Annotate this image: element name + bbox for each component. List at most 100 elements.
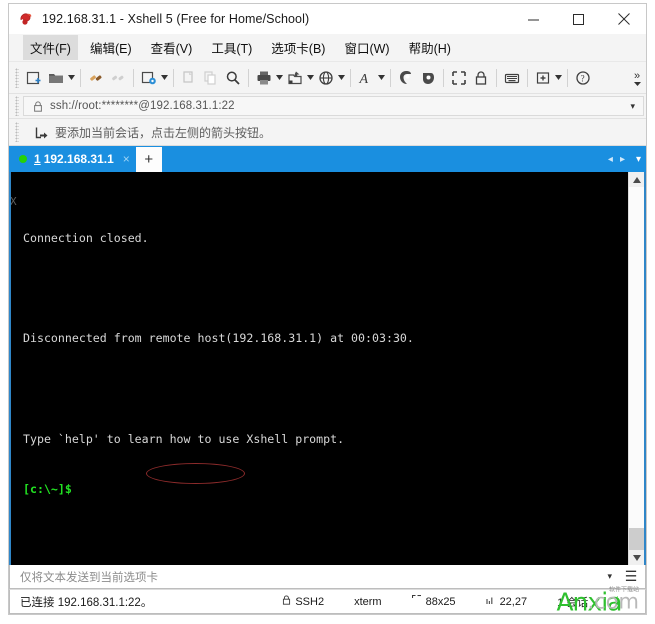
title-bar: 192.168.31.1 - Xshell 5 (Free for Home/S… [9,4,646,34]
tab-next-icon[interactable]: ▸ [620,154,625,165]
toolbar-separator [173,68,174,87]
terminal-output[interactable]: X Connection closed. Disconnected from r… [11,172,628,565]
status-connection: 已连接 192.168.31.1:22。 [20,596,153,609]
send-text-input[interactable]: 仅将文本发送到当前选项卡 [10,569,598,585]
minimize-button[interactable] [511,4,556,34]
status-bar: 已连接 192.168.31.1:22。 SSH2 xterm 88x25 22… [9,587,646,614]
transfer-icon[interactable] [284,66,306,89]
toolbar-grip[interactable] [15,67,19,88]
terminal-scrollbar[interactable] [628,172,644,565]
status-screen-size-label: 88x25 [425,595,456,608]
font-icon[interactable]: A [355,66,377,89]
side-artifact-label: X [11,195,17,208]
lock-icon [282,595,291,608]
chevron-down-icon[interactable]: ▾ [630,101,635,112]
globe-icon[interactable] [315,66,337,89]
toolbar-separator [133,68,134,87]
menu-edit[interactable]: 编辑(E) [83,35,139,60]
toolbar-separator [443,68,444,87]
window-title: 192.168.31.1 - Xshell 5 (Free for Home/S… [42,12,310,26]
lock-icon[interactable] [470,66,492,89]
menu-view[interactable]: 查看(V) [144,35,200,60]
fullscreen-icon[interactable] [448,66,470,89]
watermark: Anxia .com ↓ 软件下载站 [556,587,639,614]
print-caret-icon[interactable] [275,66,284,89]
print-icon[interactable] [253,66,275,89]
address-bar-grip[interactable] [15,96,19,116]
address-value: ssh://root:********@192.168.31.1:22 [50,100,235,112]
toolbar-separator [248,68,249,87]
globe-caret-icon[interactable] [337,66,346,89]
hint-text: 要添加当前会话，点击左侧的箭头按钮。 [55,125,272,140]
menu-window[interactable]: 窗口(W) [337,35,396,60]
cursor-pos-icon [485,595,496,608]
font-caret-icon[interactable] [377,66,386,89]
add-caret-icon[interactable] [554,66,563,89]
add-session-icon[interactable] [35,126,48,139]
toolbar-overflow-button[interactable]: » [630,62,644,93]
status-protocol: SSH2 [282,595,324,608]
toolbar-overflow-label: » [633,69,641,82]
tab-number: 1 [34,152,41,166]
new-tab-button[interactable]: + [135,147,162,172]
hint-bar-grip[interactable] [15,122,19,142]
menu-tabs[interactable]: 选项卡(B) [264,35,332,60]
transfer-caret-icon[interactable] [306,66,315,89]
send-options-menu-icon[interactable]: ☰ [621,568,645,585]
tab-navigation: ◂ ▸ ▾ [608,146,646,172]
find-icon[interactable] [222,66,244,89]
status-protocol-label: SSH2 [295,595,325,608]
copy-icon [178,66,200,89]
menu-tools[interactable]: 工具(T) [204,35,259,60]
watermark-small-text: 软件下载站 [608,587,639,593]
toolbar-separator [390,68,391,87]
tab-menu-icon[interactable]: ▾ [636,154,641,165]
send-target-caret-icon[interactable]: ▾ [598,571,621,582]
hint-bar: 要添加当前会话，点击左侧的箭头按钮。 [9,119,646,146]
keyboard-icon[interactable] [501,66,523,89]
svg-text:?: ? [581,73,585,83]
open-folder-caret-icon[interactable] [67,66,76,89]
session-properties-icon[interactable] [138,66,160,89]
window-controls [511,4,646,34]
connect-icon[interactable] [85,66,107,89]
paste-icon [200,66,222,89]
xftp-icon[interactable] [395,66,417,89]
scroll-up-icon[interactable] [629,172,644,187]
send-text-bar: 仅将文本发送到当前选项卡 ▾ ☰ [9,565,646,589]
tab-strip: 1 192.168.31.1 × + ◂ ▸ ▾ [9,146,646,172]
tab-close-icon[interactable]: × [123,152,130,166]
xagent-icon[interactable] [417,66,439,89]
terminal-line: Connection closed. [23,231,149,246]
maximize-button[interactable] [556,4,601,34]
close-button[interactable] [601,4,646,34]
status-cursor-position: 22,27 [485,595,528,608]
tab-prev-icon[interactable]: ◂ [608,154,613,165]
scrollbar-track[interactable] [629,187,644,550]
help-icon[interactable]: ? [572,66,594,89]
address-input[interactable]: ssh://root:********@192.168.31.1:22 ▾ [23,96,644,116]
terminal-prompt-local: [c:\~]$ [23,481,72,496]
toolbar-separator [80,68,81,87]
open-folder-icon[interactable] [45,66,67,89]
terminal-line: Type `help' to learn how to use Xshell p… [23,431,345,446]
lock-icon [33,100,43,112]
terminal-area: X Connection closed. Disconnected from r… [9,172,646,565]
new-session-icon[interactable] [23,66,45,89]
status-screen-size: 88x25 [411,594,456,608]
tab-label: 192.168.31.1 [43,152,114,166]
menu-file[interactable]: 文件(F) [23,35,78,60]
add-icon[interactable] [532,66,554,89]
session-properties-caret-icon[interactable] [160,66,169,89]
status-cursor-position-label: 22,27 [499,595,528,608]
scroll-down-icon[interactable] [629,550,644,565]
toolbar-separator [496,68,497,87]
menu-help[interactable]: 帮助(H) [402,35,458,60]
scrollbar-thumb[interactable] [629,528,644,550]
toolbar-separator [350,68,351,87]
tab-session-1[interactable]: 1 192.168.31.1 × [9,146,136,172]
toolbar: A ? » [9,62,646,94]
status-terminal-type: xterm [354,596,382,608]
